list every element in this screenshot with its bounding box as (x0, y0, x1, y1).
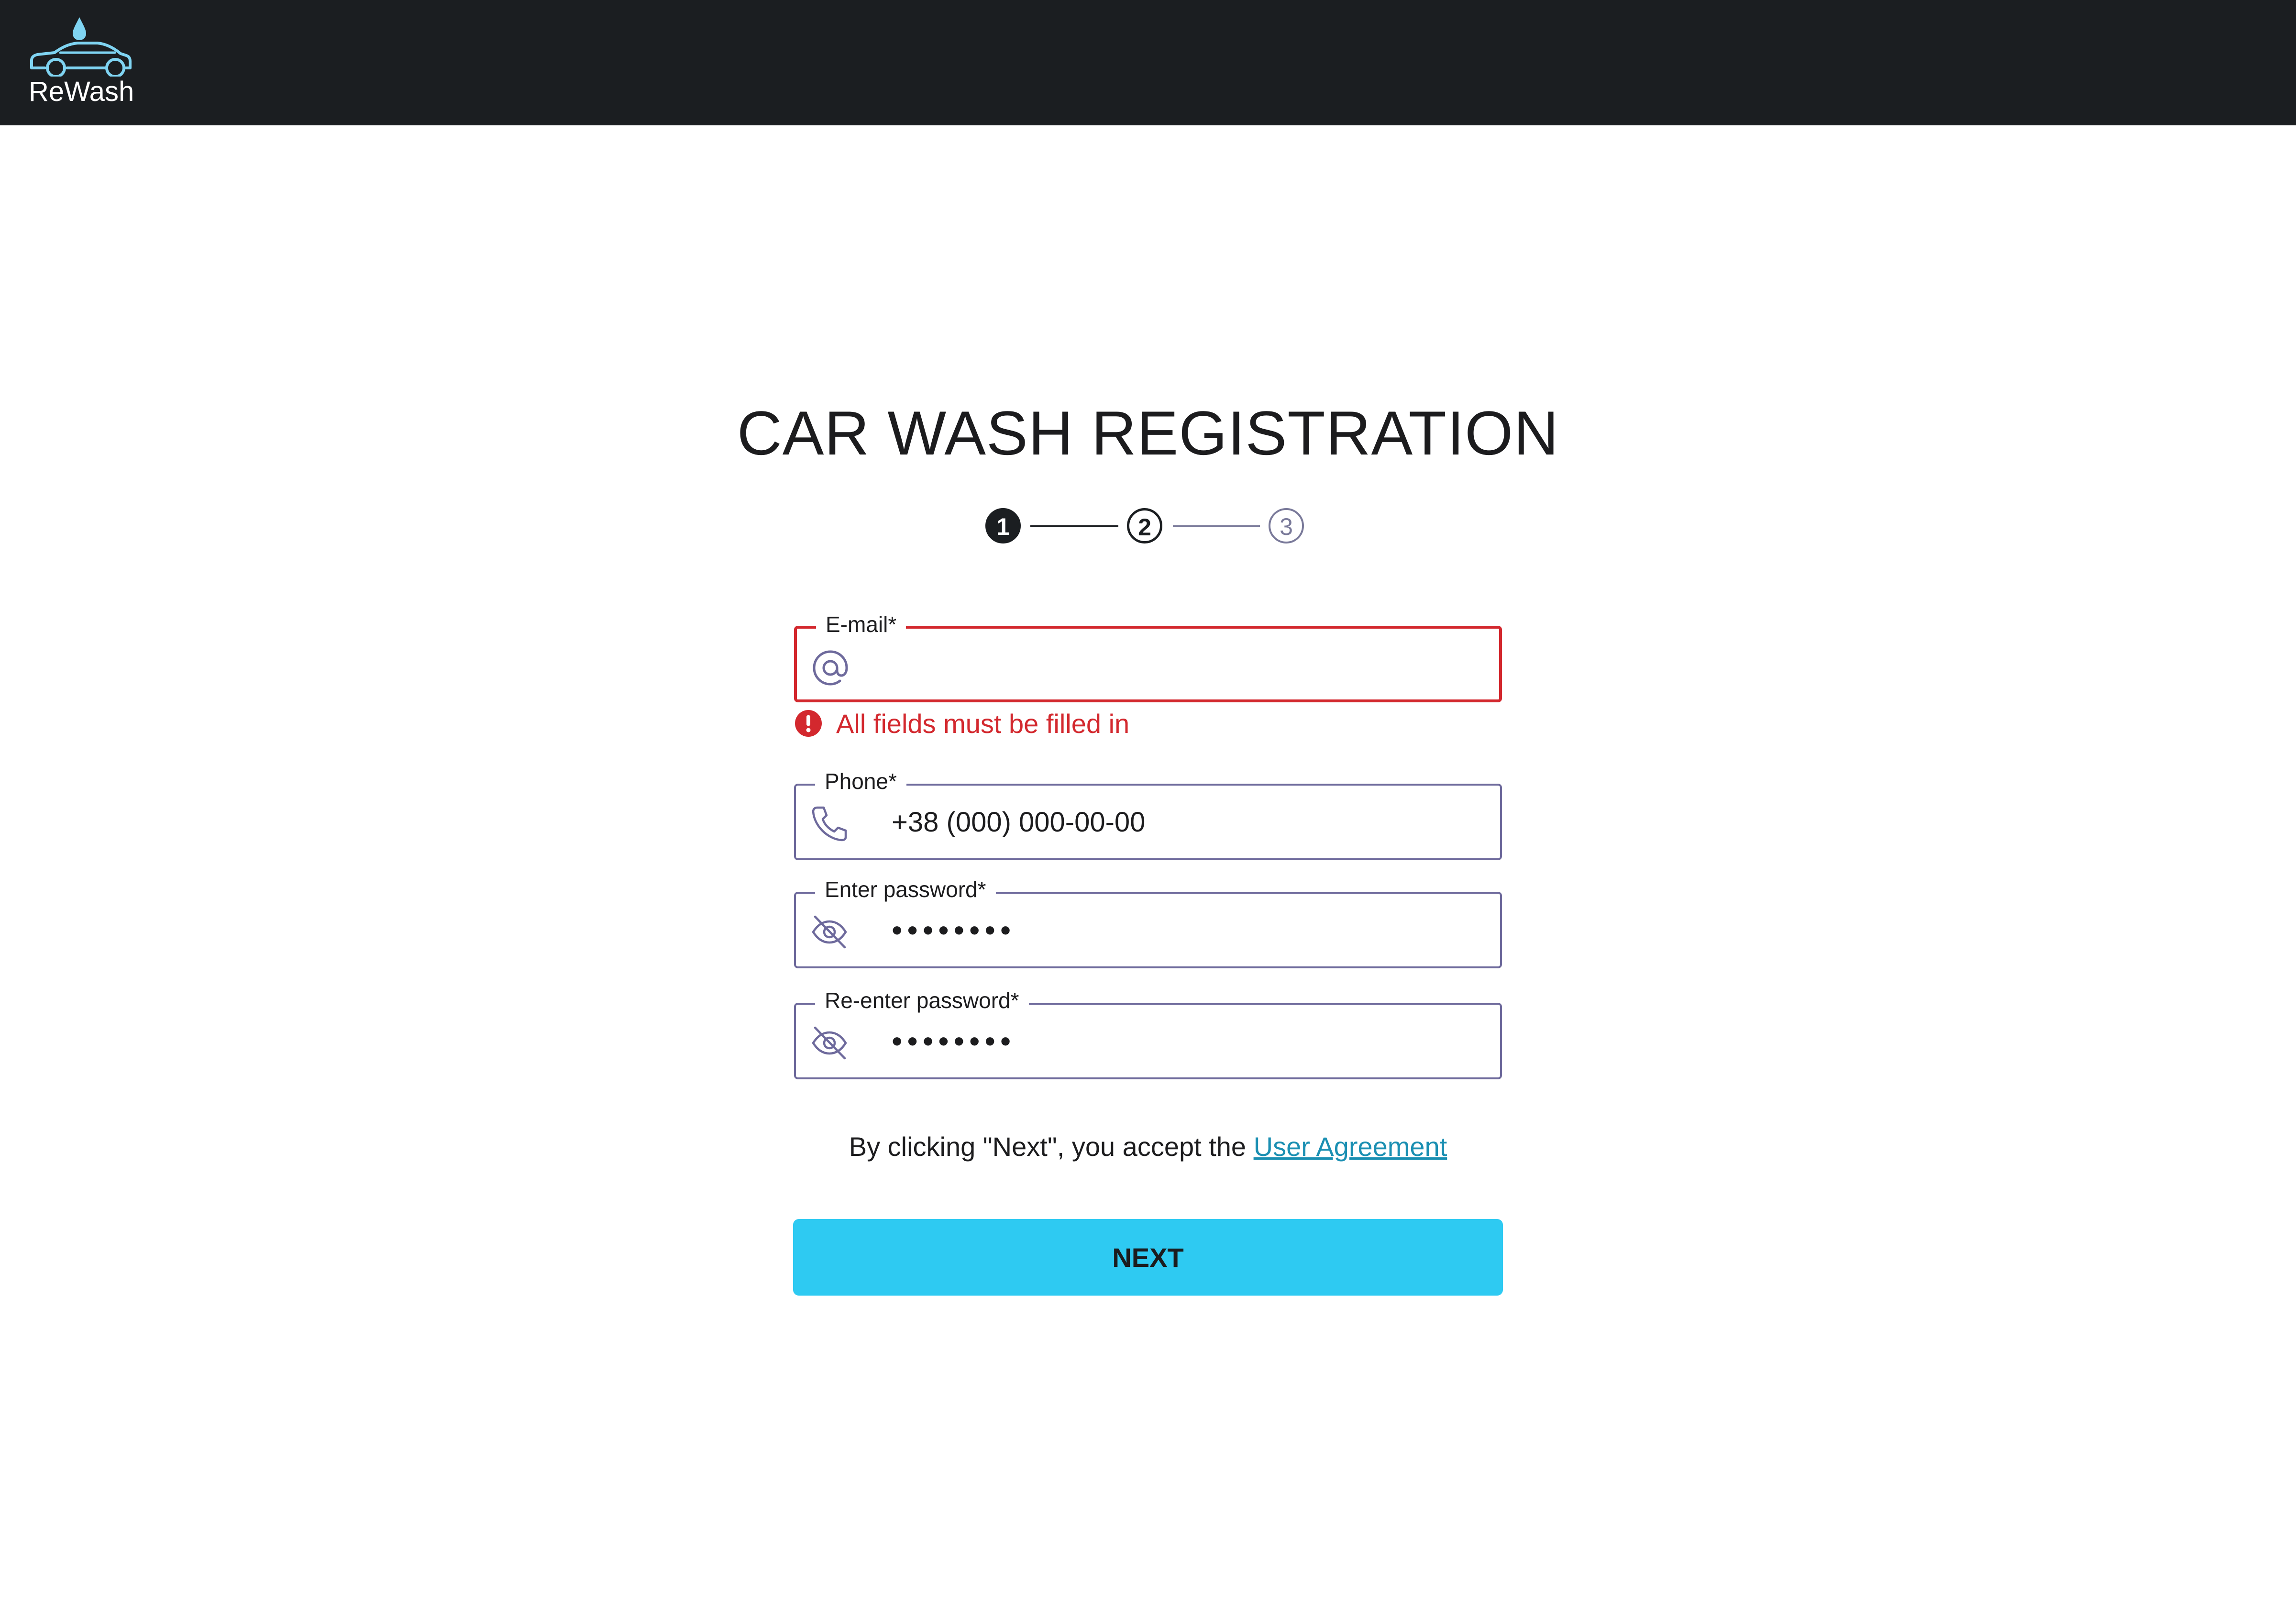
phone-input[interactable] (892, 786, 1485, 858)
top-header: ReWash (0, 0, 2296, 125)
page-title: CAR WASH REGISTRATION (737, 398, 1559, 468)
stepper-connector-1 (1030, 525, 1118, 527)
agreement-notice: By clicking "Next", you accept the User … (0, 1131, 2296, 1162)
agreement-text: By clicking "Next", you accept the (849, 1131, 1254, 1162)
eye-off-icon[interactable] (810, 1024, 849, 1062)
stepper-connector-2 (1173, 525, 1260, 527)
step-3-indicator: 3 (1269, 508, 1304, 543)
error-alert-icon (795, 710, 822, 737)
eye-off-icon[interactable] (810, 913, 849, 951)
phone-icon (812, 806, 847, 842)
next-button[interactable]: NEXT (793, 1219, 1503, 1296)
user-agreement-link[interactable]: User Agreement (1254, 1131, 1447, 1162)
password-input[interactable] (892, 894, 1485, 966)
step-2-indicator: 2 (1127, 508, 1162, 543)
password-field[interactable]: Enter password* (794, 876, 1502, 968)
error-text: All fields must be filled in (836, 709, 1130, 739)
rewash-logo[interactable]: ReWash (26, 14, 136, 110)
phone-field[interactable]: Phone* (794, 768, 1502, 860)
email-input[interactable] (893, 629, 1486, 699)
email-field[interactable]: E-mail* (794, 611, 1502, 702)
car-wash-logo-icon (30, 17, 132, 77)
registration-stepper: 1 2 3 (985, 508, 1311, 549)
at-sign-icon (813, 650, 848, 686)
password-confirm-field[interactable]: Re-enter password* (794, 987, 1502, 1079)
logo-text: ReWash (29, 76, 134, 107)
step-1-indicator: 1 (985, 508, 1021, 543)
password-confirm-input[interactable] (892, 1005, 1485, 1077)
